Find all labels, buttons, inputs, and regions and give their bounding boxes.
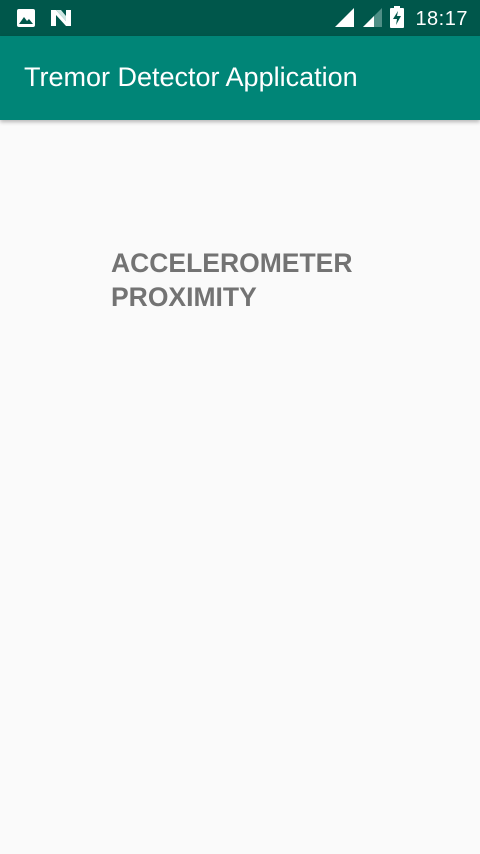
image-icon xyxy=(16,8,36,33)
signal-icon xyxy=(333,6,355,33)
sensor-label-accelerometer: ACCELEROMETER xyxy=(111,248,353,278)
status-time: 18:17 xyxy=(415,8,468,30)
system-icons: 18:17 xyxy=(333,5,468,34)
app-title: Tremor Detector Application xyxy=(24,62,358,92)
sensor-list: ACCELEROMETER PROXIMITY xyxy=(111,246,352,314)
n-logo-icon xyxy=(50,8,72,33)
notification-icons xyxy=(16,8,72,33)
signal-weak-icon xyxy=(361,6,383,33)
main-content: ACCELEROMETER PROXIMITY xyxy=(0,120,480,854)
battery-charging-icon xyxy=(389,5,405,34)
app-bar: Tremor Detector Application xyxy=(0,36,480,120)
sensor-label-proximity: PROXIMITY xyxy=(111,282,257,312)
status-bar: 18:17 xyxy=(0,0,480,36)
